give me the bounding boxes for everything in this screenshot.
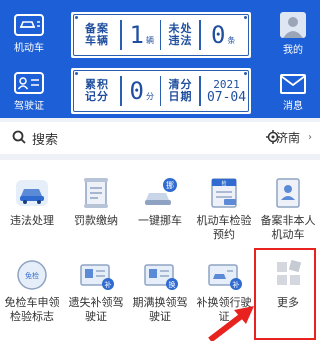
service-move-car[interactable]: 挪 一键挪车 [128, 176, 192, 228]
car-id-icon [14, 14, 44, 36]
scroll-icon [84, 178, 108, 208]
search-label: 搜索 [32, 133, 59, 148]
register-doc-icon [276, 178, 300, 208]
service-exempt-inspection-label[interactable]: 免检 免检车申领检验标志 [0, 258, 64, 324]
service-vehicle-inspection-booking[interactable]: 检 机动车检验预约 [192, 176, 256, 242]
license-button[interactable]: 驾驶证 [6, 72, 52, 112]
plate-rivet [75, 16, 78, 19]
vehicle-summary-plate[interactable]: 备案车辆 1 辆 未处违法 0 条 [71, 12, 251, 58]
unprocessed-violations-label: 未处违法 [168, 22, 193, 47]
service-label: 期满换领驾驶证 [132, 296, 188, 323]
vehicle-label: 机动车 [14, 43, 44, 54]
city-selector[interactable]: 济南 [276, 129, 300, 146]
messages-button[interactable]: 消息 [270, 74, 316, 112]
plate-divider [159, 20, 162, 50]
clearance-date-label: 清分日期 [168, 78, 193, 103]
messages-label: 消息 [283, 101, 303, 112]
renew-license-icon: 换 [144, 264, 178, 290]
license-icon [14, 72, 44, 94]
service-label: 免检车申领检验标志 [4, 296, 60, 323]
plate-divider [159, 76, 162, 106]
service-label: 一键挪车 [138, 214, 182, 227]
service-expired-license-renewal[interactable]: 换 期满换领驾驶证 [128, 258, 192, 324]
registered-vehicles-count: 1 [129, 21, 144, 49]
user-icon [280, 12, 306, 38]
svg-text:检: 检 [221, 180, 226, 187]
vehicle-button[interactable]: 机动车 [6, 14, 52, 54]
profile-button[interactable]: 我的 [270, 12, 316, 56]
license-summary-plate[interactable]: 累积记分 0 分 清分日期 2021 07-04 [71, 68, 251, 114]
svg-text:挪: 挪 [166, 180, 174, 190]
mail-icon [280, 74, 306, 94]
replace-license-icon: 补 [208, 264, 242, 290]
registered-vehicles-label: 备案车辆 [85, 22, 109, 47]
car-violation-icon [16, 180, 48, 206]
red-arrow-icon [208, 306, 254, 341]
plate-divider [120, 20, 122, 50]
service-label: 罚款缴纳 [74, 214, 118, 227]
lost-license-icon: 补 [80, 264, 114, 290]
service-lost-license-replacement[interactable]: 补 遗失补领驾驶证 [64, 258, 128, 324]
service-label: 机动车检验预约 [196, 214, 252, 241]
search-icon [12, 130, 26, 144]
clearance-month-day: 07-04 [206, 90, 247, 105]
profile-label: 我的 [283, 45, 303, 56]
service-fine-payment[interactable]: 罚款缴纳 [64, 176, 128, 228]
svg-text:补: 补 [105, 280, 112, 289]
service-label: 违法处理 [10, 214, 54, 227]
plate-rivet [244, 72, 247, 75]
move-car-icon: 挪 [145, 178, 177, 205]
plate-divider [199, 20, 201, 50]
violations-count: 0 [210, 21, 226, 49]
vehicles-unit: 辆 [145, 35, 154, 45]
inspection-doc-icon: 检 [211, 178, 237, 208]
plate-divider [199, 76, 201, 106]
search-bar[interactable]: 搜索 济南 › [0, 122, 320, 154]
svg-text:换: 换 [169, 280, 176, 289]
plate-divider [120, 76, 122, 106]
points-unit: 分 [145, 91, 154, 101]
highlight-box [254, 248, 316, 340]
service-register-non-owner-vehicle[interactable]: 备案非本人机动车 [256, 176, 320, 242]
exempt-tag-icon: 免检 [17, 260, 47, 290]
svg-text:补: 补 [233, 280, 240, 289]
service-violation-handling[interactable]: 违法处理 [0, 176, 64, 228]
points-count: 0 [129, 77, 144, 105]
svg-text:免检: 免检 [25, 271, 39, 280]
service-label: 遗失补领驾驶证 [68, 296, 124, 323]
violations-unit: 条 [227, 35, 236, 45]
license-label: 驾驶证 [14, 101, 44, 112]
chevron-right-icon: › [308, 132, 312, 143]
accumulated-points-label: 累积记分 [85, 78, 109, 103]
service-label: 备案非本人机动车 [260, 214, 316, 241]
plate-rivet [75, 72, 78, 75]
plate-rivet [244, 16, 247, 19]
